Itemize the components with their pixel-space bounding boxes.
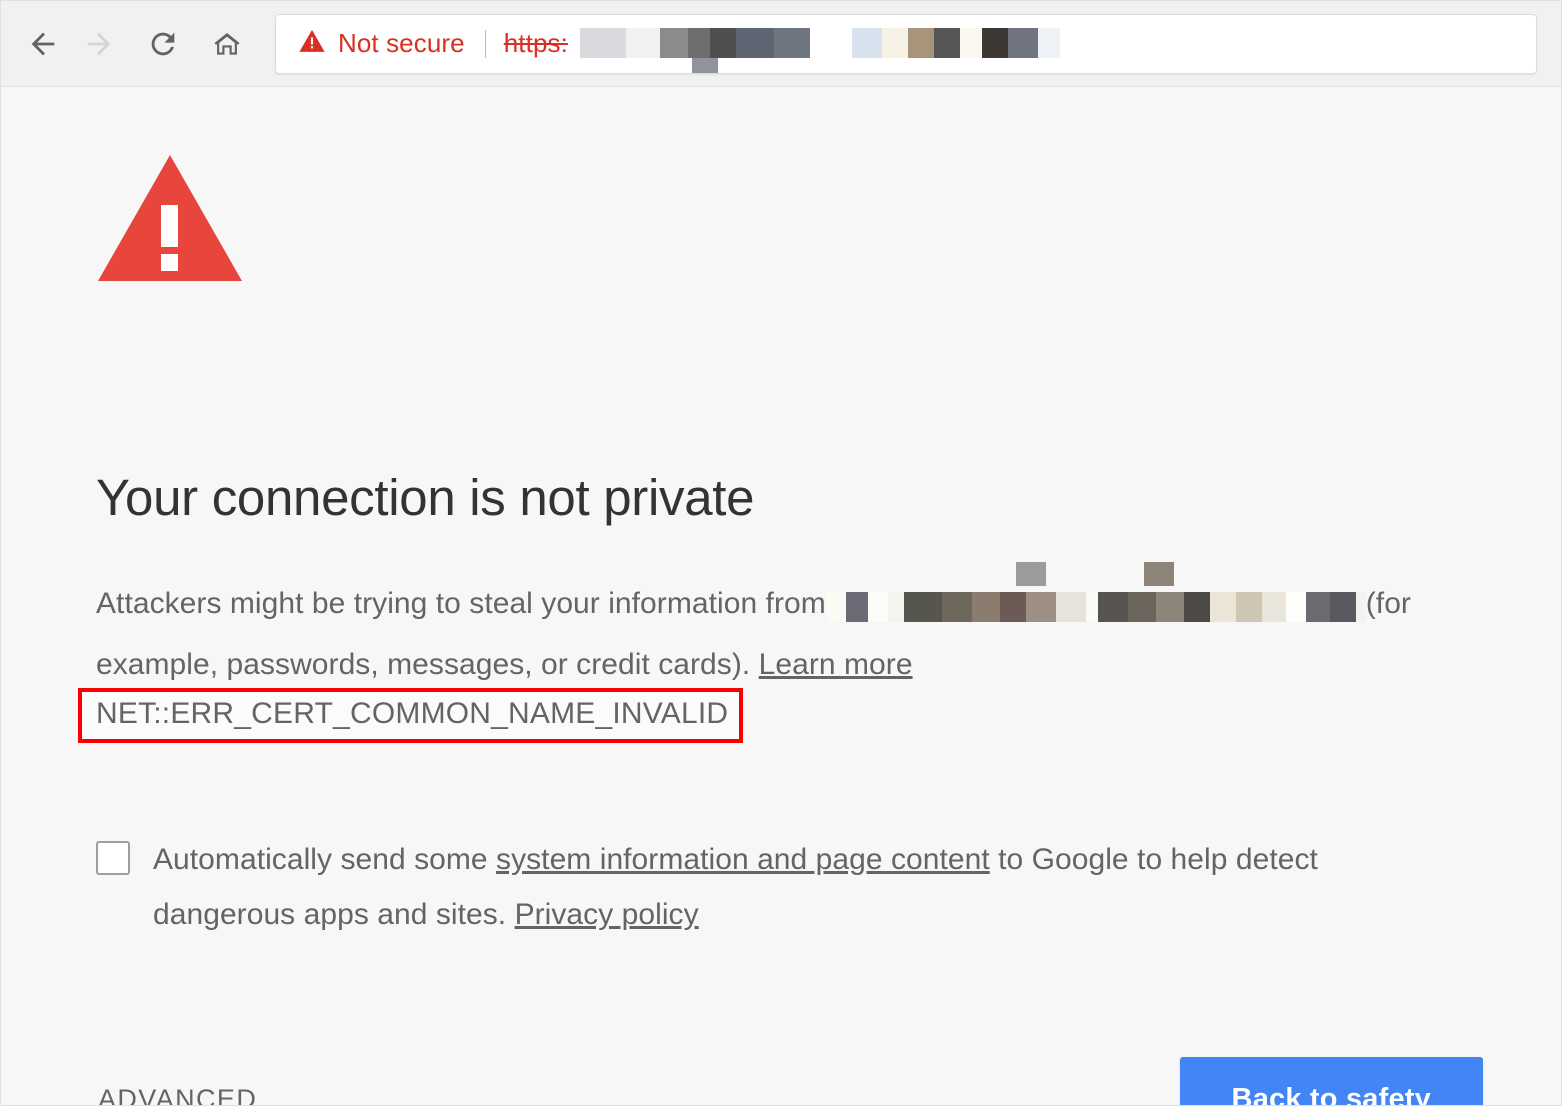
warning-triangle-icon — [298, 27, 326, 60]
security-status-chip[interactable]: Not secure — [298, 27, 465, 60]
url-scheme-text: https: — [503, 28, 568, 58]
advanced-button[interactable]: ADVANCED — [96, 1074, 259, 1105]
ssl-interstitial-page: Your connection is not private Attackers… — [1, 87, 1561, 1105]
reload-button[interactable] — [135, 16, 191, 72]
arrow-left-icon — [26, 27, 60, 61]
red-warning-triangle-icon — [96, 149, 244, 292]
back-to-safety-button[interactable]: Back to safety — [1179, 1057, 1483, 1105]
home-icon — [210, 27, 244, 61]
warning-description: Attackers might be trying to steal your … — [96, 562, 1436, 692]
security-status-label: Not secure — [338, 28, 465, 58]
interstitial-button-row: ADVANCED Back to safety — [96, 1057, 1483, 1105]
error-code-highlight-box: NET::ERR_CERT_COMMON_NAME_INVALID — [78, 688, 744, 743]
arrow-right-icon — [82, 27, 116, 61]
address-bar[interactable]: Not secure https: — [275, 13, 1537, 74]
back-button[interactable] — [15, 16, 71, 72]
safe-browsing-checkbox[interactable] — [96, 841, 130, 875]
page-title: Your connection is not private — [96, 469, 755, 526]
system-information-link[interactable]: system information and page content — [496, 843, 990, 876]
optin-text-before: Automatically send some — [153, 843, 488, 876]
warning-description-part1: Attackers might be trying to steal your … — [96, 587, 826, 620]
safe-browsing-optin-label: Automatically send some system informati… — [153, 832, 1386, 942]
url-host-redacted — [569, 27, 1060, 73]
omnibox-divider — [484, 29, 486, 58]
hostname-redacted-inline — [825, 562, 1366, 637]
privacy-policy-link[interactable]: Privacy policy — [515, 898, 699, 931]
forward-button[interactable] — [71, 16, 127, 72]
error-code-text: NET::ERR_CERT_COMMON_NAME_INVALID — [96, 697, 729, 730]
reload-icon — [146, 27, 180, 61]
browser-toolbar: Not secure https: — [1, 1, 1561, 87]
home-button[interactable] — [199, 16, 255, 72]
learn-more-link[interactable]: Learn more — [759, 648, 913, 681]
browser-window: Not secure https: Your connection is not… — [0, 0, 1562, 1106]
safe-browsing-optin-row[interactable]: Automatically send some system informati… — [96, 832, 1386, 942]
